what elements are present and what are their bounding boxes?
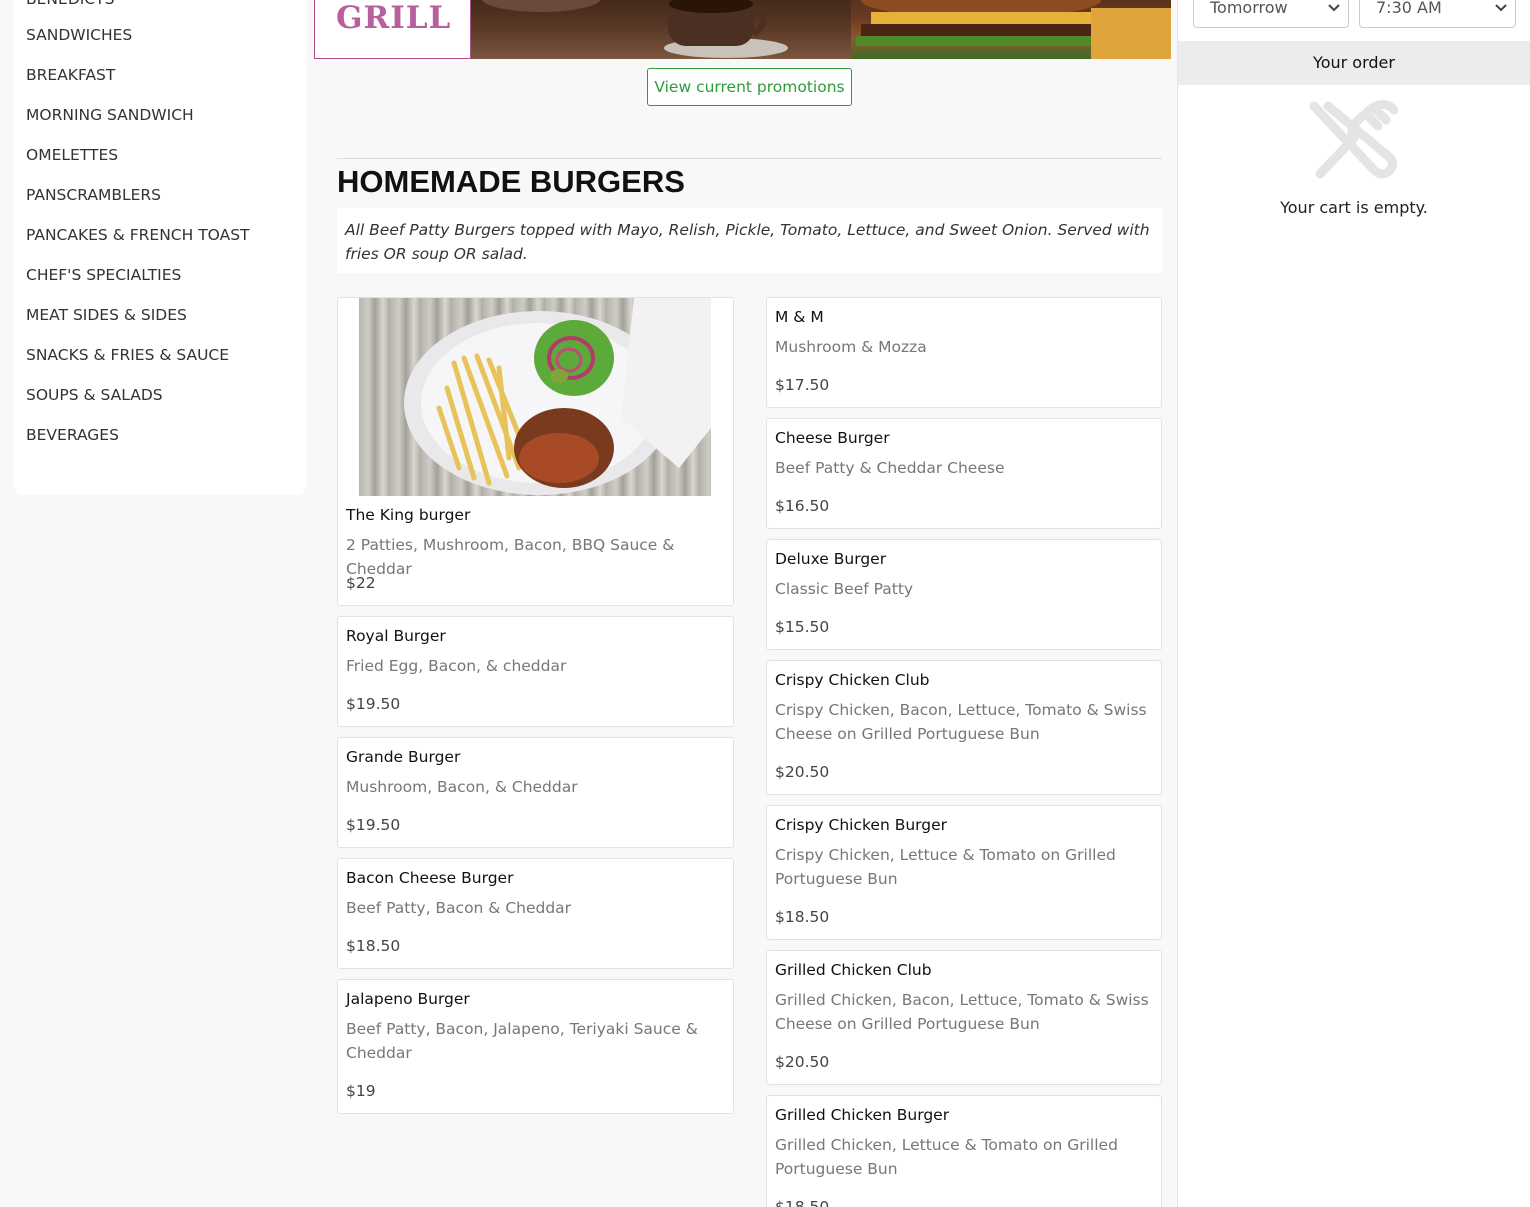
item-price: $18.50 <box>775 1198 830 1207</box>
banner-coffee-image <box>471 0 851 59</box>
utensils-icon <box>1309 100 1399 179</box>
your-order-heading: Your order <box>1178 41 1530 85</box>
menu-item-card[interactable]: The King burger 2 Patties, Mushroom, Bac… <box>337 297 734 606</box>
logo-text: GRILL <box>336 0 452 36</box>
item-name: Crispy Chicken Club <box>775 671 930 689</box>
category-sidebar: Benedicts Sandwiches Breakfast Morning S… <box>14 0 306 495</box>
item-name: Royal Burger <box>346 627 446 645</box>
order-day-select[interactable]: Tomorrow <box>1193 0 1349 28</box>
item-price: $19.50 <box>346 816 401 834</box>
sidebar-item-snacks-fries-sauce[interactable]: Snacks & Fries & Sauce <box>26 346 229 364</box>
sidebar-item-benedicts[interactable]: Benedicts <box>26 0 114 8</box>
item-description: 2 Patties, Mushroom, Bacon, BBQ Sauce & … <box>346 536 675 578</box>
item-price: $19.50 <box>346 695 401 713</box>
chevron-down-icon <box>1328 4 1340 12</box>
menu-item-card[interactable]: Crispy Chicken Club Crispy Chicken, Baco… <box>766 660 1162 795</box>
menu-item-card[interactable]: Cheese Burger Beef Patty & Cheddar Chees… <box>766 418 1162 529</box>
item-price: $20.50 <box>775 1053 830 1071</box>
sidebar-item-morning-sandwich[interactable]: Morning Sandwich <box>26 106 194 124</box>
menu-item-card[interactable]: Bacon Cheese Burger Beef Patty, Bacon & … <box>337 858 734 969</box>
item-price: $18.50 <box>775 908 830 926</box>
item-name: Bacon Cheese Burger <box>346 869 514 887</box>
sidebar-item-breakfast[interactable]: Breakfast <box>26 66 115 84</box>
item-description: Crispy Chicken, Lettuce & Tomato on Gril… <box>775 846 1116 888</box>
item-price: $22 <box>346 574 376 592</box>
order-panel: Tomorrow 7:30 AM Your order Your cart is… <box>1177 0 1530 1207</box>
item-price: $19 <box>346 1082 376 1100</box>
view-promotions-button[interactable]: View current promotions <box>647 68 852 106</box>
item-description: Beef Patty, Bacon & Cheddar <box>346 899 572 917</box>
sidebar-item-omelettes[interactable]: Omelettes <box>26 146 118 164</box>
time-select-value: 7:30 AM <box>1376 0 1442 17</box>
sidebar-item-sandwiches[interactable]: Sandwiches <box>26 26 132 44</box>
day-select-value: Tomorrow <box>1210 0 1288 17</box>
sidebar-item-soups-salads[interactable]: Soups & Salads <box>26 386 163 404</box>
menu-item-card[interactable]: Deluxe Burger Classic Beef Patty $15.50 <box>766 539 1162 650</box>
item-name: Deluxe Burger <box>775 550 887 568</box>
item-description: Grilled Chicken, Bacon, Lettuce, Tomato … <box>775 991 1149 1033</box>
section-description: All Beef Patty Burgers topped with Mayo,… <box>337 208 1162 273</box>
order-time-select[interactable]: 7:30 AM <box>1359 0 1516 28</box>
sidebar-item-meat-sides[interactable]: Meat Sides & Sides <box>26 306 187 324</box>
menu-item-card[interactable]: Crispy Chicken Burger Crispy Chicken, Le… <box>766 805 1162 940</box>
menu-item-card[interactable]: Grande Burger Mushroom, Bacon, & Cheddar… <box>337 737 734 848</box>
item-price: $17.50 <box>775 376 830 394</box>
item-name: Crispy Chicken Burger <box>775 816 948 834</box>
sidebar-item-panscramblers[interactable]: Panscramblers <box>26 186 161 204</box>
item-description: Beef Patty, Bacon, Jalapeno, Teriyaki Sa… <box>346 1020 698 1062</box>
item-name: Grilled Chicken Club <box>775 961 932 979</box>
section-divider <box>337 158 1162 159</box>
menu-main: GRILL View current promotions HOMEMADE B… <box>308 0 1176 1207</box>
item-name: Cheese Burger <box>775 429 890 447</box>
menu-item-card[interactable]: Grilled Chicken Club Grilled Chicken, Ba… <box>766 950 1162 1085</box>
item-description: Grilled Chicken, Lettuce & Tomato on Gri… <box>775 1136 1118 1178</box>
cart-empty-text: Your cart is empty. <box>1280 198 1428 217</box>
menu-item-card[interactable]: Royal Burger Fried Egg, Bacon, & cheddar… <box>337 616 734 727</box>
item-name: The King burger <box>346 506 471 524</box>
sidebar-item-pancakes-french-toast[interactable]: Pancakes & French Toast <box>26 226 250 244</box>
menu-item-card[interactable]: Jalapeno Burger Beef Patty, Bacon, Jalap… <box>337 979 734 1114</box>
item-description: Classic Beef Patty <box>775 580 914 598</box>
item-name: Jalapeno Burger <box>346 990 470 1008</box>
section-title: HOMEMADE BURGERS <box>337 164 685 199</box>
restaurant-banner: GRILL <box>314 0 1171 59</box>
item-description: Beef Patty & Cheddar Cheese <box>775 459 1005 477</box>
item-description: Crispy Chicken, Bacon, Lettuce, Tomato &… <box>775 701 1147 743</box>
menu-item-card[interactable]: Grilled Chicken Burger Grilled Chicken, … <box>766 1095 1162 1207</box>
item-name: Grilled Chicken Burger <box>775 1106 950 1124</box>
restaurant-logo: GRILL <box>314 0 471 59</box>
item-price: $15.50 <box>775 618 830 636</box>
item-price: $20.50 <box>775 763 830 781</box>
burger-fries-photo <box>359 298 711 496</box>
menu-item-card[interactable]: M & M Mushroom & Mozza $17.50 <box>766 297 1162 408</box>
banner-burger-image <box>851 0 1171 59</box>
sidebar-item-beverages[interactable]: Beverages <box>26 426 119 444</box>
item-description: Mushroom, Bacon, & Cheddar <box>346 778 578 796</box>
item-description: Mushroom & Mozza <box>775 338 927 356</box>
item-name: M & M <box>775 308 824 326</box>
item-description: Fried Egg, Bacon, & cheddar <box>346 657 567 675</box>
item-price: $18.50 <box>346 937 401 955</box>
chevron-down-icon <box>1495 4 1507 12</box>
item-name: Grande Burger <box>346 748 461 766</box>
item-price: $16.50 <box>775 497 830 515</box>
sidebar-item-chefs-specialties[interactable]: Chef's Specialties <box>26 266 181 284</box>
